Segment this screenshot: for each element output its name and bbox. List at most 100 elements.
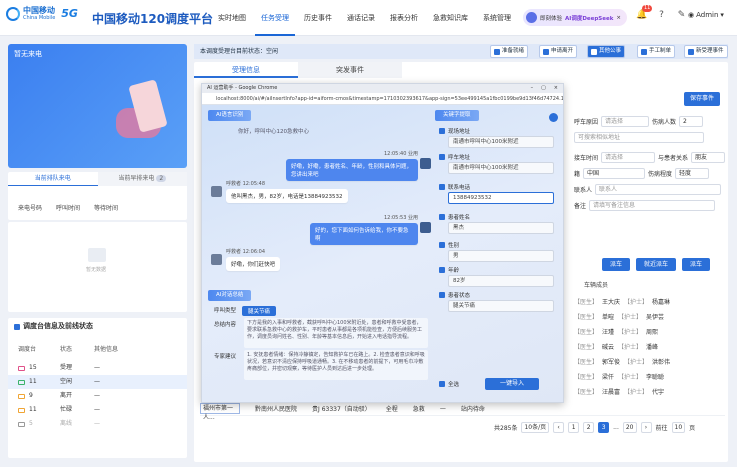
nav-system[interactable]: 系统管理 xyxy=(477,0,517,36)
ai-summary-tag: AI对话总结 xyxy=(208,290,252,301)
form-row: 呼车原因 请选择 伤病人数 2 xyxy=(574,116,704,127)
nav-history[interactable]: 历史事件 xyxy=(298,0,338,36)
one-click-import-button[interactable]: 一键导入 xyxy=(485,378,539,390)
ai-deepseek-banner[interactable]: 即刻体验 AI调度DeepSeek × xyxy=(523,9,627,26)
goto-input[interactable]: 10 xyxy=(671,422,686,433)
new-event-button[interactable]: 新受理事件 xyxy=(684,45,728,58)
desk-icon xyxy=(18,407,25,413)
field-value[interactable]: 男 xyxy=(448,250,554,262)
cause-select[interactable]: 请选择 xyxy=(601,116,650,127)
table-row[interactable]: 福州市第一人... 黔南州人民医院 贵J 63337（自动驳） 全程 急救 — … xyxy=(200,402,725,421)
page-20[interactable]: 20 xyxy=(622,422,637,433)
table-row[interactable]: 5 离线 — xyxy=(8,417,187,431)
page-size-select[interactable]: 10条/页 xyxy=(521,422,550,433)
checkbox[interactable] xyxy=(439,291,445,298)
doctor-name: 郭军俊 xyxy=(602,359,621,366)
pickup-time-select[interactable]: 请选择 xyxy=(601,152,656,163)
next-page-button[interactable]: › xyxy=(640,422,652,433)
manual-order-button[interactable]: 手工制单 xyxy=(637,45,676,58)
checkbox[interactable] xyxy=(439,183,445,190)
severity-select[interactable]: 轻度 xyxy=(675,168,710,179)
save-event-button[interactable]: 保存事件 xyxy=(684,92,720,106)
hospital-cell[interactable]: 福州市第一人... xyxy=(200,403,240,421)
relation-select[interactable]: 朋友 xyxy=(691,152,726,163)
help-icon[interactable]: ? xyxy=(656,10,667,21)
page-1[interactable]: 1 xyxy=(568,422,580,433)
page-3[interactable]: 3 xyxy=(598,422,610,433)
remark-input[interactable]: 请填写备注信息 xyxy=(589,200,716,211)
leave-button[interactable]: 申请离开 xyxy=(539,45,578,58)
field-value[interactable]: 腿关节痛 xyxy=(448,300,554,312)
col-call-time: 呼叫时间 xyxy=(56,205,81,212)
tab-emergency[interactable]: 突发事件 xyxy=(298,62,402,78)
speech-recognition-tag: AI语言识别 xyxy=(208,110,252,121)
panel-close-icon[interactable] xyxy=(549,113,558,122)
chat-message: 呼救者 12:06:04 好嘞，你们赶快吧 xyxy=(226,248,281,271)
select-all-checkbox[interactable] xyxy=(439,381,445,387)
field-value[interactable]: 黑杰 xyxy=(448,222,554,234)
table-row[interactable]: 15 受理 — xyxy=(8,361,187,375)
page-2[interactable]: 2 xyxy=(583,422,595,433)
field-label: 联系人 xyxy=(574,187,593,194)
nurse-name: 潘峰 xyxy=(646,344,659,351)
field-value[interactable]: 南通市呼叫中心100米附近 xyxy=(448,162,554,174)
contact-input[interactable]: 联系人 xyxy=(595,184,722,195)
doctor-name: 碱云 xyxy=(602,344,615,351)
doctor-tag: 【医生】 xyxy=(574,344,599,351)
url-bar[interactable]: localhost:8000/ai/#/aiInsertInfo?app-id=… xyxy=(202,93,563,105)
checkbox[interactable] xyxy=(439,241,445,248)
summary-label-row: 总结内容 xyxy=(214,320,236,328)
other-business-button[interactable]: 其他公事 xyxy=(587,45,626,58)
tab-accept-info[interactable]: 受理信息 xyxy=(194,62,298,78)
table-row[interactable]: 11 忙碌 — xyxy=(8,403,187,417)
address-search-input[interactable]: 可搜索相似地址 xyxy=(574,132,704,143)
ai-banner-highlight: AI调度DeepSeek xyxy=(565,15,614,22)
nav-task-accept[interactable]: 任务受理 xyxy=(255,0,295,36)
notification-badge: 11 xyxy=(642,5,653,12)
maximize-icon[interactable]: ▢ xyxy=(541,84,546,93)
nurse-tag: 【护士】 xyxy=(618,374,643,381)
checkbox[interactable] xyxy=(439,266,445,273)
table-row[interactable]: 11 空闲 — xyxy=(8,375,187,389)
table-row[interactable]: 9 离开 — xyxy=(8,389,187,403)
nav-call-log[interactable]: 通话记录 xyxy=(341,0,381,36)
close-icon[interactable]: × xyxy=(616,15,621,21)
user-icon: ◉ xyxy=(688,11,695,19)
field-value[interactable]: 82岁 xyxy=(448,275,554,287)
tab-waiting-queue[interactable]: 当前早排来电 2 xyxy=(97,172,187,186)
nav-realtime-map[interactable]: 实时地图 xyxy=(212,0,252,36)
nav-knowledge[interactable]: 急救知识库 xyxy=(427,0,474,36)
nationality-select[interactable]: 中国 xyxy=(583,168,646,179)
desk-status: 空闲 xyxy=(60,378,73,385)
nearby-dispatch-button[interactable]: 就近派车 xyxy=(636,258,677,271)
monitor-icon xyxy=(14,323,20,330)
bell-icon[interactable]: 🔔 11 xyxy=(636,5,653,21)
brand-en: China Mobile xyxy=(23,15,56,21)
checkbox[interactable] xyxy=(439,127,445,134)
desk-num: 11 xyxy=(29,406,37,413)
desk-num: 11 xyxy=(29,378,37,385)
select-all[interactable]: 全选 xyxy=(439,380,459,388)
close-window-icon[interactable]: × xyxy=(554,84,558,93)
other-label: 其他公事 xyxy=(599,48,622,54)
total-count: 共285条 xyxy=(494,425,518,432)
checkbox[interactable] xyxy=(439,153,445,160)
dispatch-button-2[interactable]: 派车 xyxy=(682,258,711,271)
prev-page-button[interactable]: ‹ xyxy=(553,422,565,433)
edit-icon[interactable]: ✎ xyxy=(676,10,687,21)
checkbox[interactable] xyxy=(439,213,445,220)
ready-button[interactable]: 准备就绪 xyxy=(490,45,529,58)
dispatch-button[interactable]: 派车 xyxy=(602,258,631,271)
call-type-chip[interactable]: 腿关节痛 xyxy=(242,306,277,316)
minimize-icon[interactable]: – xyxy=(531,84,534,93)
patient-count-input[interactable]: 2 xyxy=(679,116,704,127)
user-menu[interactable]: ◉ Admin ▾ xyxy=(688,11,724,19)
summary-text: 下方是我的入事和呼救者，截获呼叫中心100米附近处，患者和呼救中受患者，要求联系… xyxy=(244,318,428,348)
doctor-tag: 【医生】 xyxy=(574,359,599,366)
field-label: 患者姓名 xyxy=(448,214,471,221)
field-value[interactable]: 13884923532 xyxy=(448,192,554,204)
field-value[interactable]: 南通市呼叫中心100米附近 xyxy=(448,136,554,148)
tab-current-queue[interactable]: 当前排队来电 xyxy=(8,172,98,186)
other: — xyxy=(439,405,446,412)
nav-reports[interactable]: 报表分析 xyxy=(384,0,424,36)
